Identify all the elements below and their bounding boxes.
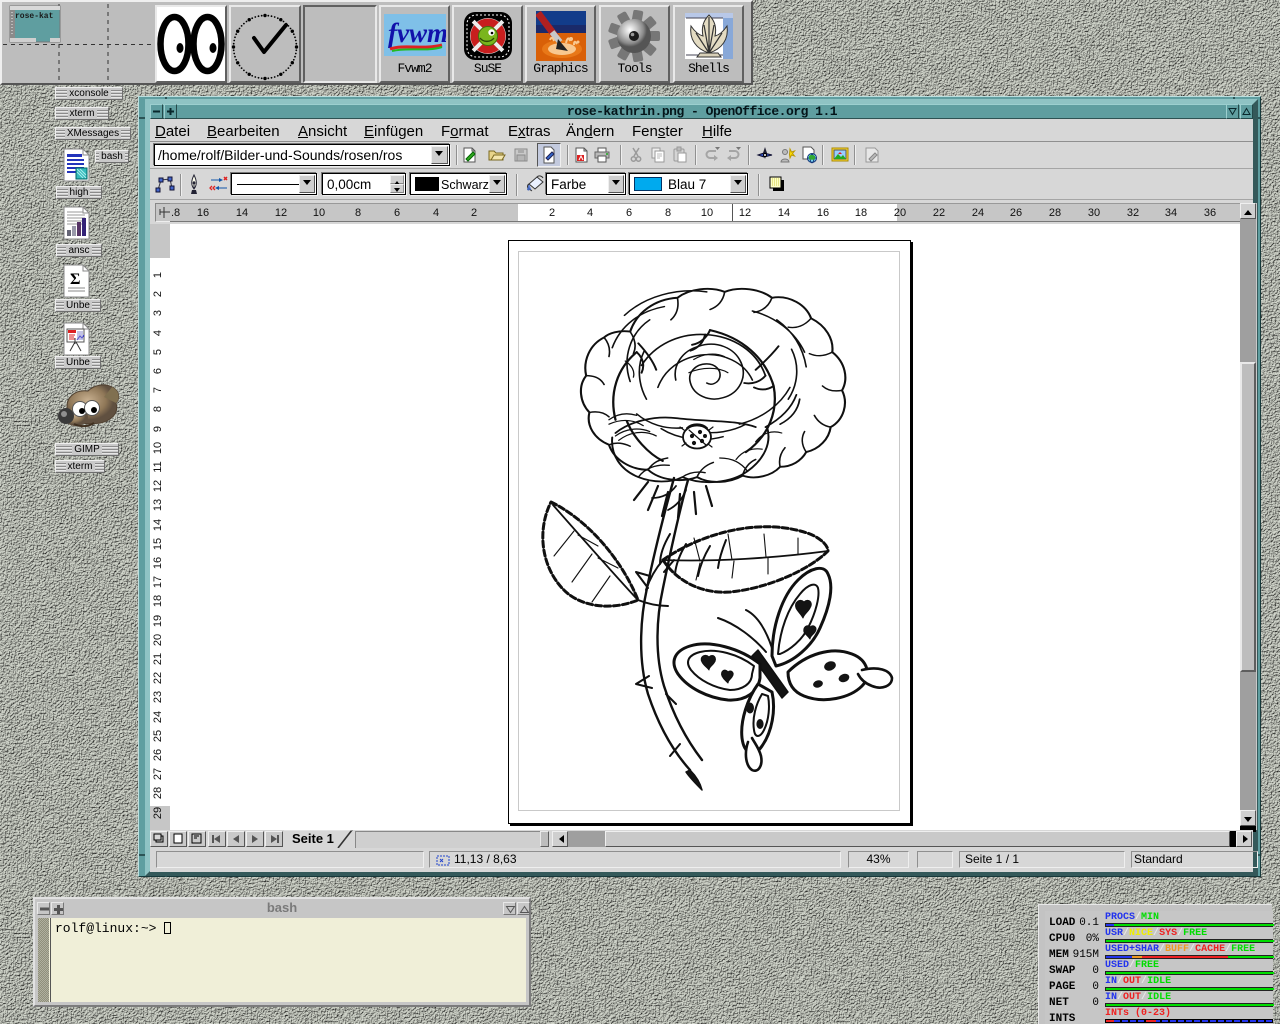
svg-text:rose-kat: rose-kat	[15, 12, 54, 21]
svg-text:fvwm: fvwm	[388, 18, 446, 48]
svg-text:Seite 1: Seite 1	[292, 831, 334, 846]
